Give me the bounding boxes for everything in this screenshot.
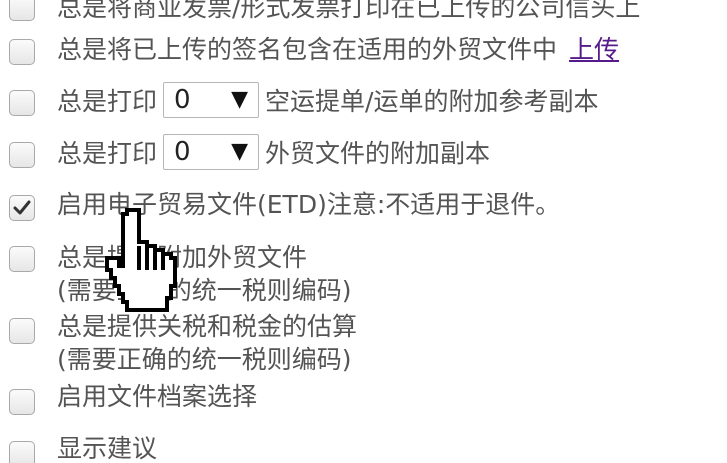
etd-checkbox[interactable] (9, 195, 35, 221)
option-row-awb-copies: 总是打印 0 ▼ 空运提单/运单的附加参考副本 (0, 82, 727, 127)
duty-estimate-checkbox[interactable] (9, 318, 35, 344)
trade-copies-suffix: 外贸文件的附加副本 (265, 139, 491, 168)
awb-copies-select-value: 0 (174, 85, 191, 115)
trade-copies-prefix: 总是打印 (57, 139, 158, 168)
dropdown-arrow-icon: ▼ (231, 139, 249, 164)
signature-checkbox[interactable] (9, 39, 35, 65)
option-row-letterhead: 总是将商业发票/形式发票打印在已上传的公司信头上 (0, 0, 727, 32)
suggestions-checkbox[interactable] (9, 441, 35, 463)
duty-estimate-note: (需要正确的统一税则编码) (57, 345, 352, 374)
option-row-suggestions: 显示建议 (0, 432, 727, 463)
option-row-doc-archive: 启用文件档案选择 (0, 380, 727, 424)
trade-copies-select-value: 0 (174, 137, 191, 167)
doc-archive-label: 启用文件档案选择 (57, 382, 258, 411)
trade-copies-checkbox[interactable] (9, 142, 35, 168)
suggestions-label: 显示建议 (57, 434, 158, 463)
awb-copies-prefix: 总是打印 (57, 87, 158, 116)
trade-copies-select[interactable]: 0 ▼ (163, 134, 260, 170)
signature-label: 总是将已上传的签名包含在适用的外贸文件中 (57, 35, 558, 64)
hand-pointer-icon (105, 208, 177, 312)
dropdown-arrow-icon: ▼ (231, 87, 249, 112)
extra-docs-checkbox[interactable] (9, 246, 35, 272)
option-row-signature: 总是将已上传的签名包含在适用的外贸文件中 上传 (0, 30, 727, 74)
awb-copies-checkbox[interactable] (9, 90, 35, 116)
awb-copies-select[interactable]: 0 ▼ (163, 82, 260, 118)
doc-archive-checkbox[interactable] (9, 389, 35, 415)
option-row-duty-estimate: 总是提供关税和税金的估算 (需要正确的统一税则编码) (0, 310, 727, 380)
letterhead-label: 总是将商业发票/形式发票打印在已上传的公司信头上 (57, 0, 641, 22)
duty-estimate-label: 总是提供关税和税金的估算 (57, 312, 358, 341)
checkmark-icon (13, 200, 31, 215)
awb-copies-suffix: 空运提单/运单的附加参考副本 (265, 87, 599, 116)
extra-docs-note: (需要正确的统一税则编码) (57, 276, 352, 305)
option-row-trade-copies: 总是打印 0 ▼ 外贸文件的附加副本 (0, 134, 727, 179)
upload-link[interactable]: 上传 (569, 35, 619, 64)
letterhead-checkbox[interactable] (9, 0, 35, 21)
